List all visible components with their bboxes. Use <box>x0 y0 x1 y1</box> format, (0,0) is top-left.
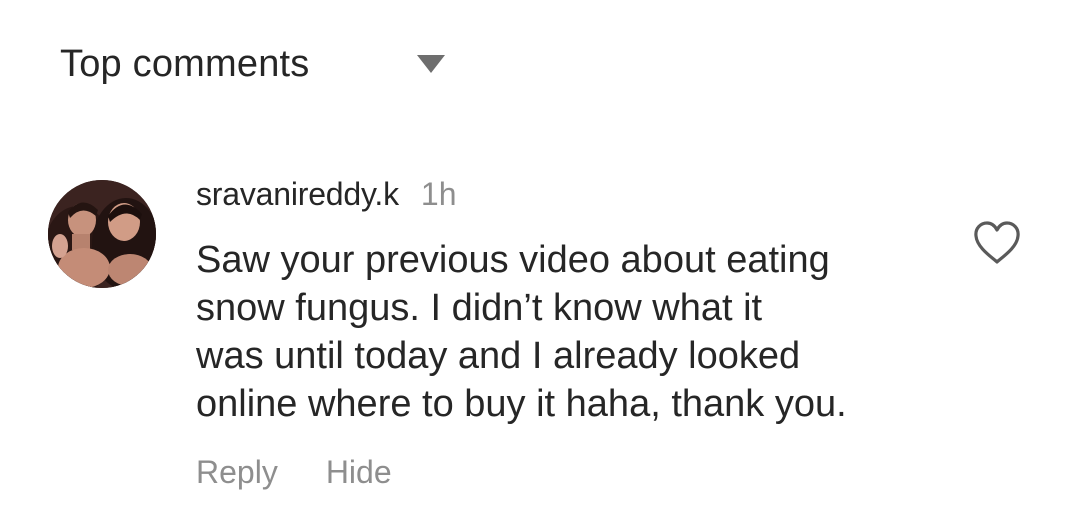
comment-text-line: online where to buy it haha, thank you. <box>196 383 847 425</box>
sort-label: Top comments <box>60 42 310 85</box>
comment-actions: Reply Hide <box>196 450 936 494</box>
comment-username[interactable]: sravanireddy.k <box>196 176 399 213</box>
heart-outline-icon[interactable] <box>972 220 1022 266</box>
sort-comments-dropdown[interactable]: Top comments <box>60 36 310 92</box>
comment-text-line: Saw your previous video about eating <box>196 239 830 281</box>
comment-text-line: snow fungus. I didn’t know what it <box>196 287 763 329</box>
triangle-down-icon[interactable] <box>415 53 447 75</box>
hide-button[interactable]: Hide <box>326 454 392 491</box>
comment-text-line: was until today and I already looked <box>196 335 801 377</box>
comment-body: sravanireddy.k 1h Saw your previous vide… <box>196 176 936 494</box>
comment-timestamp: 1h <box>420 176 457 212</box>
comment-meta: sravanireddy.k 1h <box>196 176 936 220</box>
avatar-photo <box>48 180 156 288</box>
comment-text: Saw your previous video about eating sno… <box>196 236 916 428</box>
avatar[interactable] <box>48 180 156 288</box>
comments-section: Top comments sravanireddy.k 1h Saw your … <box>0 0 1076 532</box>
reply-button[interactable]: Reply <box>196 454 278 491</box>
